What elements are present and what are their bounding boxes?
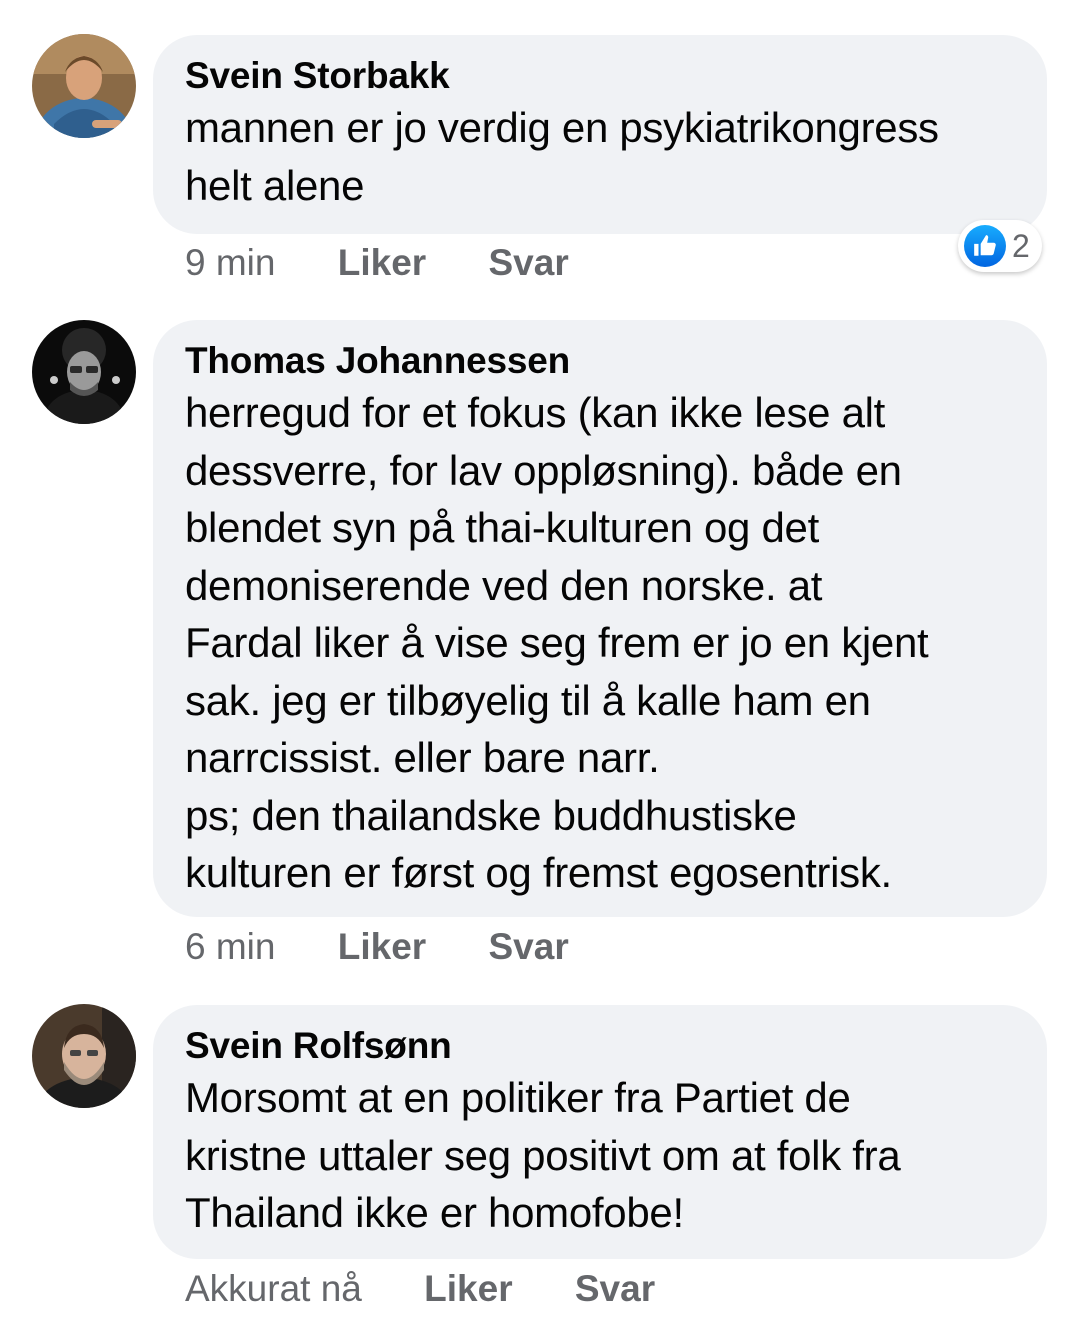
comment-text: mannen er jo verdig en psykiatrikongress…: [185, 104, 939, 209]
avatar-photo-icon: [32, 1004, 136, 1108]
comment-text: Morsomt at en politiker fra Partiet de k…: [185, 1074, 901, 1236]
comment-author[interactable]: Svein Storbakk: [185, 53, 1015, 99]
comment-bubble: Svein Storbakk mannen er jo verdig en ps…: [153, 35, 1047, 234]
comment-author[interactable]: Svein Rolfsønn: [185, 1023, 1015, 1069]
comment-text: herregud for et fokus (kan ikke lese alt…: [185, 389, 929, 896]
like-button[interactable]: Liker: [338, 926, 426, 968]
reaction-count: 2: [1012, 227, 1030, 264]
comment-actions: Akkurat nå Liker Svar: [185, 1268, 655, 1310]
avatar-photo-icon: [32, 34, 136, 138]
comment-author[interactable]: Thomas Johannessen: [185, 338, 1015, 384]
comment-bubble: Thomas Johannessen herregud for et fokus…: [153, 320, 1047, 917]
avatar-photo-icon: [32, 320, 136, 424]
comment-actions: 9 min Liker Svar: [185, 242, 569, 284]
comment-timestamp[interactable]: 9 min: [185, 242, 275, 284]
like-icon: [964, 225, 1006, 267]
comment-timestamp[interactable]: 6 min: [185, 926, 275, 968]
comment-actions: 6 min Liker Svar: [185, 926, 569, 968]
reply-button[interactable]: Svar: [488, 926, 568, 968]
reply-button[interactable]: Svar: [488, 242, 568, 284]
reply-button[interactable]: Svar: [575, 1268, 655, 1310]
comment-bubble: Svein Rolfsønn Morsomt at en politiker f…: [153, 1005, 1047, 1259]
avatar[interactable]: [32, 320, 136, 424]
avatar[interactable]: [32, 1004, 136, 1108]
like-button[interactable]: Liker: [424, 1268, 512, 1310]
comment-timestamp[interactable]: Akkurat nå: [185, 1268, 362, 1310]
like-button[interactable]: Liker: [338, 242, 426, 284]
avatar[interactable]: [32, 34, 136, 138]
reaction-badge[interactable]: 2: [958, 220, 1042, 272]
